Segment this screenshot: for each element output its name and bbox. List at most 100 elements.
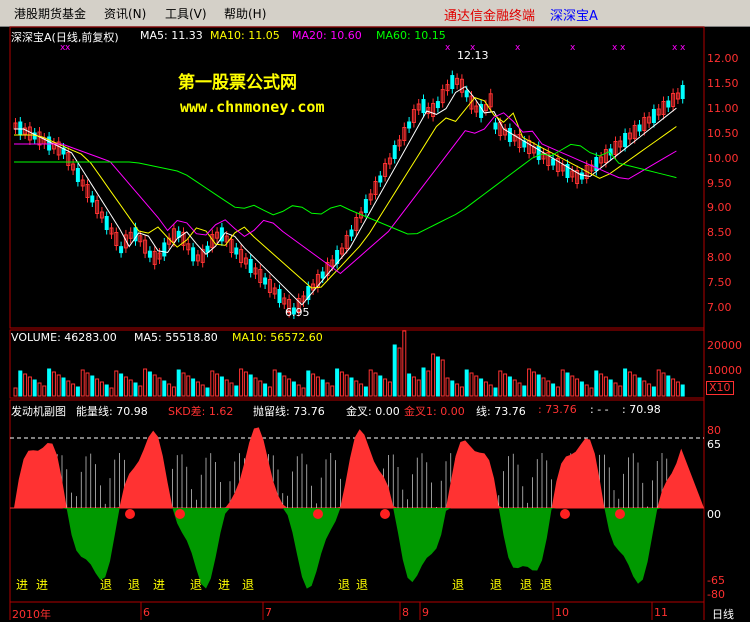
candle-body (536, 146, 541, 160)
stock-title-label: 深深宝A(日线,前复权) (11, 29, 119, 45)
volume-bar (272, 369, 277, 397)
candle-body (191, 247, 196, 262)
volume-bar (157, 377, 162, 397)
volume-bar (459, 386, 464, 397)
volume-bar (397, 347, 402, 397)
volume-bar (138, 385, 143, 397)
volume-bar (152, 374, 157, 397)
ma20-line (14, 112, 677, 275)
menu-help[interactable]: 帮助(H) (224, 5, 266, 22)
volume-bar (575, 378, 580, 397)
volume-bar (181, 372, 186, 397)
volume-bar (656, 369, 661, 397)
stock-name-title: 深深宝A (550, 9, 598, 24)
signal-label: 退 (452, 578, 465, 592)
volume-label: VOLUME: 46283.00 (11, 331, 117, 344)
volume-bar (123, 376, 128, 397)
volume-bar (61, 377, 66, 397)
volume-tick-20000: 20000 (707, 339, 742, 352)
volume-bar (143, 368, 148, 397)
volume-bar (498, 370, 503, 397)
watermark-title: 第一股票公式网 (178, 73, 297, 93)
signal-label: 退 (520, 578, 533, 592)
volume-bar (637, 377, 642, 397)
volume-bar (483, 381, 488, 397)
gold-cross-label: 金叉: 0.00 (346, 405, 400, 418)
volume-bar (675, 381, 680, 397)
volume-bar (541, 377, 546, 397)
low-price-label: 6.95 (285, 306, 310, 319)
volume-bar (325, 382, 330, 397)
volume-bar (119, 373, 124, 397)
signal-label: 退 (128, 578, 141, 592)
period-label: (日线,前复权) (51, 31, 119, 44)
volume-bar (306, 370, 311, 397)
price-tick: 11.00 (707, 101, 739, 115)
volume-bar (287, 378, 292, 397)
gold-cross-dot (560, 509, 570, 519)
ma20-label: MA20: 10.60 (292, 29, 362, 42)
candle-body (205, 245, 210, 253)
watermark-url: www.chnmoney.com (180, 98, 325, 116)
signal-label: 退 (490, 578, 503, 592)
chart-area[interactable]: xxxxxxxxxx 深深宝A(日线,前复权) MA5: 11.33 MA10:… (0, 26, 750, 621)
volume-bar (186, 375, 191, 397)
candle-body (464, 90, 469, 98)
main-stock-title: 深深宝A (11, 31, 52, 44)
bull-area (10, 427, 704, 508)
throw-line-label: 抛留线: 73.76 (253, 405, 325, 418)
volume-bar (191, 378, 196, 397)
volume-bar (416, 379, 421, 397)
volume-bar (18, 370, 23, 397)
volume-bar (32, 379, 37, 397)
volume-bar (215, 373, 220, 397)
x-marker: x (620, 43, 626, 53)
signal-label: 退 (356, 578, 369, 592)
volume-bar (47, 368, 52, 397)
volume-bar (37, 382, 42, 397)
gold-cross-dot (380, 509, 390, 519)
volume-bar (128, 379, 133, 397)
volume-bar (339, 371, 344, 397)
candle-body (450, 75, 455, 90)
volume-bar (411, 376, 416, 397)
menu-hk-futures[interactable]: 港股期货基金 (14, 5, 86, 22)
volume-bar (344, 374, 349, 397)
volume-bar (560, 369, 565, 397)
candle-body (277, 289, 282, 303)
volume-bar (95, 378, 100, 397)
volume-bar (402, 330, 407, 397)
volume-bar (387, 381, 392, 397)
price-tick: 9.50 (707, 176, 732, 190)
signal-label: 退 (338, 578, 351, 592)
candle-body (680, 85, 685, 99)
volume-bar (527, 368, 532, 397)
date-tick: 10 (555, 606, 569, 619)
candle-body (493, 122, 498, 130)
volume-unit-badge[interactable]: X10 (706, 381, 734, 395)
signal-label: 进 (16, 578, 29, 592)
volume-bar (291, 381, 296, 397)
menu-news[interactable]: 资讯(N) (104, 5, 146, 22)
volume-bar (469, 372, 474, 397)
candle-body (147, 250, 152, 258)
signal-label: 进 (36, 578, 49, 592)
volume-bar (531, 371, 536, 397)
price-tick: 11.50 (707, 76, 739, 90)
volume-bar (267, 386, 272, 397)
gold-cross-dot (615, 509, 625, 519)
candle-body (435, 101, 440, 109)
candlestick-chart-svg[interactable]: xxxxxxxxxx (0, 26, 750, 620)
menu-tools[interactable]: 工具(V) (165, 5, 207, 22)
candle-body (378, 175, 383, 183)
gold-cross1-label: 金叉1: 0.00 (404, 405, 465, 418)
volume-bar (661, 372, 666, 397)
candle-body (248, 259, 253, 273)
x-marker: x (680, 43, 686, 53)
candle-body (507, 128, 512, 142)
volume-bar (13, 387, 18, 397)
volume-bar (23, 373, 28, 397)
gold-cross-dot (313, 509, 323, 519)
main-panel-frame (9, 26, 705, 329)
indicator-name[interactable]: 发动机副图 (11, 403, 66, 419)
